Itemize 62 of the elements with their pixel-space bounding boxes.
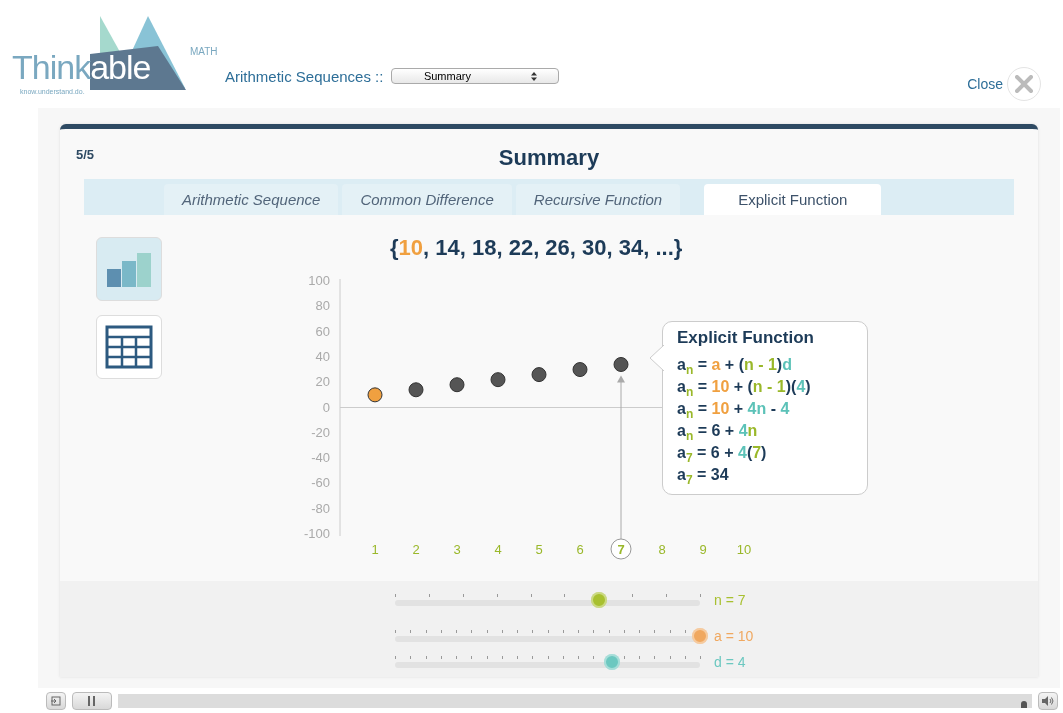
logo-tag: MATH — [190, 46, 218, 57]
speaker-icon — [1042, 695, 1054, 706]
x-tick-label: 7 — [617, 542, 625, 557]
x-axis-label: 6 — [576, 542, 584, 557]
x-axis-label: 4 — [494, 542, 502, 557]
formula-line: a$_{n}$ = 10 + 4n - 4 — [677, 399, 791, 420]
close-button[interactable] — [1007, 67, 1041, 101]
sequence-text: {10, 14, 18, 22, 26, 30, 34, ...} — [390, 235, 684, 261]
slider-reading: d = 4 — [714, 654, 746, 670]
x-axis-label: 3 — [453, 542, 461, 557]
x-axis-label: 5 — [535, 542, 543, 557]
y-tick-label: 0 — [322, 399, 330, 415]
callout-pointer — [650, 345, 664, 371]
y-tick-label: -100 — [303, 526, 330, 541]
formula-line: a$_{n}$ = a + (n - 1)d — [677, 355, 793, 376]
pause-icon — [88, 695, 96, 706]
slider-reading: a = 10 — [714, 628, 754, 644]
y-tick-label: 80 — [315, 298, 330, 314]
tab[interactable]: Recursive Function — [515, 184, 681, 215]
playback-track[interactable] — [118, 693, 1032, 708]
y-tick-label: -40 — [311, 450, 330, 466]
table-view-button[interactable] — [96, 315, 162, 379]
tab[interactable]: Arithmetic Sequence — [164, 184, 339, 215]
slider-thumb[interactable] — [692, 628, 708, 644]
tab[interactable]: Explicit Function — [704, 184, 882, 215]
slider-thumb[interactable] — [591, 592, 608, 608]
y-tick-label: 20 — [315, 374, 330, 390]
formula-line: a$_{7}$ = 34 — [677, 465, 730, 486]
y-tick-label: -20 — [311, 424, 330, 440]
formula-line: a$_{7}$ = 6 + 4(7) — [677, 443, 768, 464]
summary-card: 5/5 Summary Arithmetic Sequence Common Difference Recursive Function Explicit Function {10, 14, 18, 22, 26, 30, 34, ...} -100 -80 -60 -40 -20 0 20 40 60 80 100 1 2 3 4 5 6 7 8 9 10 Explicit Function a$_{n}$ = a + (n - 1)d a$_{n}$ = 10 + (n - 1)(4) a$_{n}$ = 10 + 4n - 4 a$_{n}$ = 6 + 4n a$_{7}$ = 6 + 4(7) a$_{7}$ = 34 n = 7 a = 10 d = 4 — [60, 124, 1038, 677]
page-counter: 5/5 — [76, 147, 95, 162]
y-tick-label: 60 — [315, 323, 330, 339]
x-axis-label: 8 — [658, 542, 666, 557]
playhead[interactable] — [1021, 700, 1028, 708]
x-axis-label: 9 — [699, 542, 707, 557]
lesson-title: Arithmetic Sequences :: — [225, 67, 384, 85]
slider-reading: n = 7 — [714, 592, 746, 608]
updown-icon — [530, 71, 537, 81]
exit-icon — [51, 695, 61, 706]
section-select[interactable]: Summary — [391, 68, 560, 84]
callout-title: Explicit Function — [677, 328, 815, 348]
y-tick-label: -60 — [311, 475, 330, 491]
x-axis-label: 7 — [610, 538, 632, 560]
tab[interactable]: Common Difference — [342, 184, 512, 215]
table-icon — [105, 325, 153, 369]
chart-view-button[interactable] — [96, 237, 162, 301]
formula-line: a$_{n}$ = 10 + (n - 1)(4) — [677, 377, 812, 398]
y-tick-label: 100 — [308, 273, 330, 288]
y-tick-label: -80 — [311, 500, 330, 516]
x-axis-label: 10 — [736, 542, 752, 557]
formula-line: a$_{n}$ = 6 + 4n — [677, 421, 759, 442]
pause-button[interactable] — [72, 691, 112, 710]
close-icon — [1015, 75, 1033, 93]
card-title: Summary — [498, 145, 600, 171]
slider-thumb[interactable] — [603, 654, 620, 670]
x-axis-label: 1 — [371, 542, 379, 557]
volume-button[interactable] — [1038, 691, 1058, 710]
exit-button[interactable] — [46, 691, 66, 710]
close-link[interactable]: Close — [967, 76, 1003, 92]
x-axis-label: 2 — [412, 542, 420, 557]
y-tick-label: 40 — [315, 348, 330, 364]
